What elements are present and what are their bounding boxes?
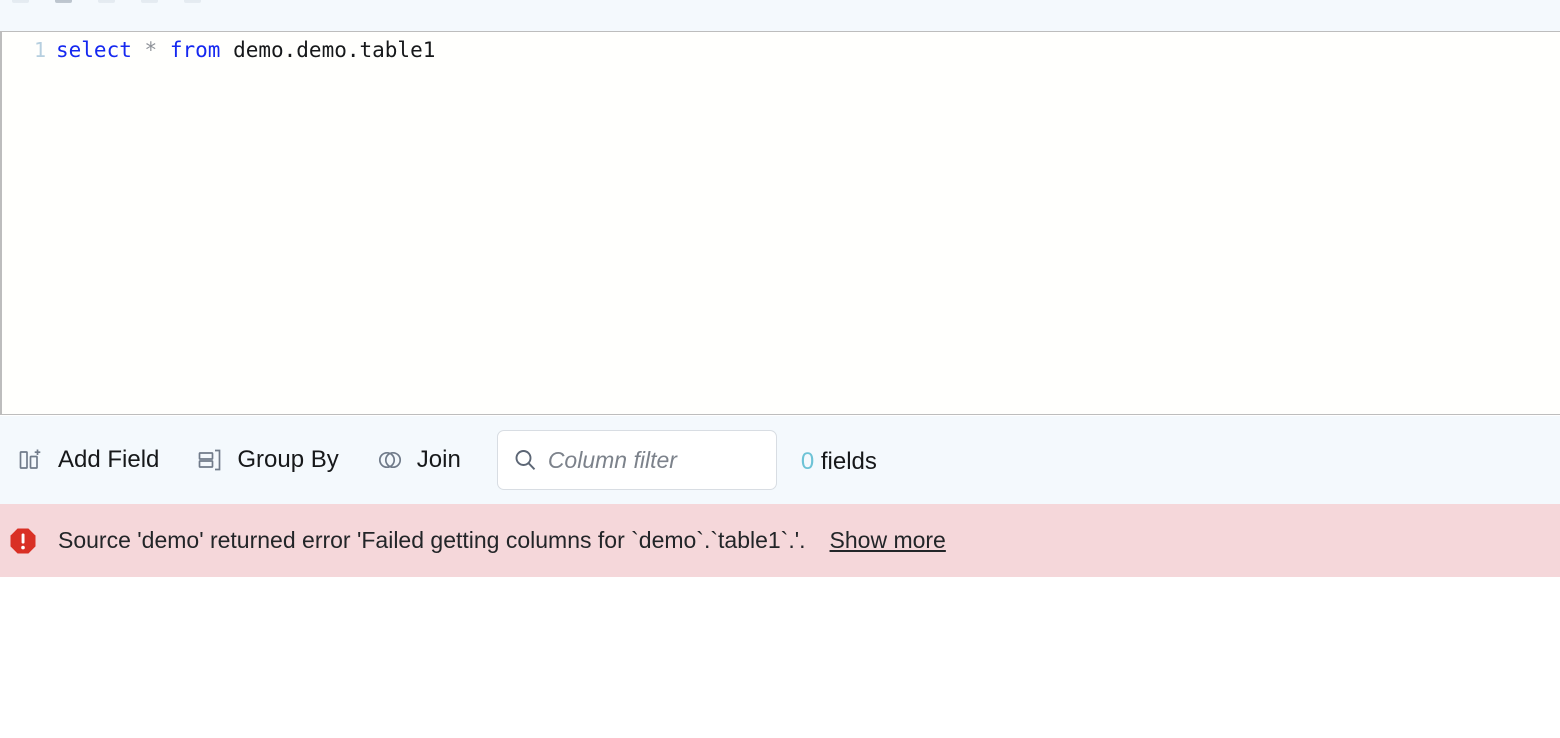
sql-code-editor[interactable]: 1 select * from demo.demo.table1 [0, 31, 1560, 415]
code-space-1 [132, 38, 145, 62]
sql-editor-panel: 1 select * from demo.demo.table1 Add Fie… [0, 0, 1560, 738]
line-number-gutter: 1 [33, 38, 46, 62]
code-content[interactable]: select * from demo.demo.table1 [56, 38, 436, 62]
join-label: Join [416, 446, 461, 473]
toolbar-ghost-icon-2[interactable] [55, 0, 72, 3]
column-filter-input[interactable] [547, 446, 748, 474]
text-caret [435, 39, 436, 61]
field-count-number: 0 [800, 448, 815, 475]
code-space-3 [220, 38, 233, 62]
toolbar-ghost-icon-3[interactable] [98, 0, 115, 3]
sql-table-reference: demo.demo.table1 [233, 38, 436, 62]
sql-star-token: * [144, 38, 158, 62]
top-toolbar-icons [12, 0, 201, 3]
results-empty-area [0, 577, 1560, 738]
sql-keyword-select: select [56, 38, 132, 62]
field-count: 0 fields [801, 448, 877, 476]
group-by-label: Group By [237, 446, 339, 473]
venn-circles-icon [375, 445, 405, 475]
toolbar-ghost-icon-5[interactable] [184, 0, 201, 3]
join-button[interactable]: Join [365, 437, 471, 483]
group-by-button[interactable]: Group By [185, 437, 348, 483]
code-space-2 [157, 38, 170, 62]
column-filter-box[interactable] [496, 430, 777, 490]
sql-keyword-from: from [169, 38, 221, 62]
error-message: Source 'demo' returned error 'Failed get… [58, 527, 806, 553]
code-line-1: 1 select * from demo.demo.table1 [2, 32, 1560, 62]
add-field-label: Add Field [58, 446, 160, 473]
top-toolbar-strip [0, 0, 1560, 31]
field-toolbar: Add Field Group By Join Column filter 0 … [0, 416, 1560, 504]
add-field-button[interactable]: Add Field [6, 437, 169, 483]
group-rows-icon [195, 445, 225, 475]
search-icon [512, 447, 538, 473]
show-more-link[interactable]: Show more [830, 527, 946, 554]
toolbar-ghost-icon-4[interactable] [141, 0, 158, 3]
field-count-label: fields [820, 448, 877, 475]
error-octagon-icon [8, 526, 38, 556]
error-banner: Source 'demo' returned error 'Failed get… [0, 504, 1560, 577]
add-column-icon [16, 445, 46, 475]
toolbar-ghost-icon-1[interactable] [12, 0, 29, 3]
